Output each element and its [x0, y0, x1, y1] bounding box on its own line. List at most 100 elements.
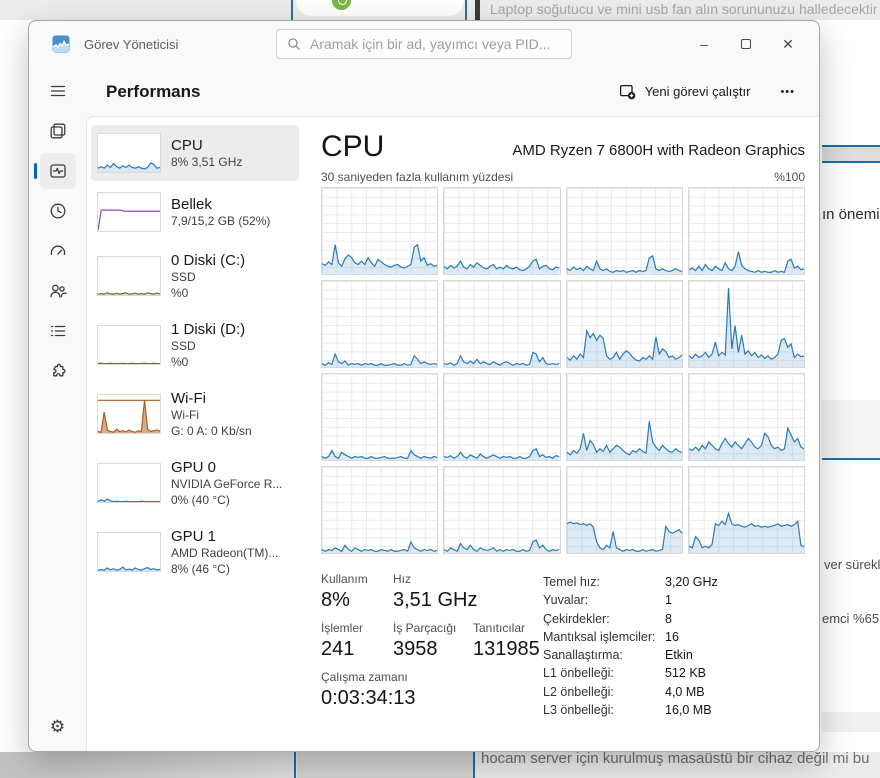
sidebar-item-services[interactable] — [40, 353, 76, 389]
perf-item-disk1[interactable]: 1 Diski (D:) SSD %0 — [91, 312, 299, 378]
perf-item-disk0[interactable]: 0 Diski (C:) SSD %0 — [91, 243, 299, 309]
core-chart — [565, 373, 683, 461]
core-chart — [443, 280, 561, 368]
detail-value: 16 — [665, 629, 679, 644]
search-icon — [288, 38, 300, 50]
core-chart — [687, 280, 805, 368]
detail-value: 3,20 GHz — [665, 575, 718, 589]
perf-item-memory[interactable]: Bellek 7,9/15,2 GB (52%) — [91, 184, 299, 240]
cpu-usage-value: 8% — [321, 589, 350, 611]
details-list-icon — [50, 325, 65, 337]
detail-label: Mantıksal işlemciler: — [543, 629, 656, 644]
perf-item-sub: Wi-Fi — [171, 408, 199, 422]
run-new-task-label: Yeni görevi çalıştır — [644, 84, 751, 99]
perf-item-title: 0 Diski (C:) — [171, 252, 246, 269]
background-dark-bar — [475, 0, 480, 20]
perf-item-sub: %0 — [171, 285, 189, 300]
perf-item-sub: G: 0 A: 0 Kb/sn — [171, 423, 252, 438]
core-chart — [321, 280, 439, 368]
maximize-button[interactable] — [725, 28, 767, 60]
stat-label: İş Parçacığı — [393, 621, 457, 635]
sidebar-item-app-history[interactable] — [40, 193, 76, 229]
perf-item-title: GPU 1 — [171, 528, 217, 545]
menu-button[interactable] — [40, 73, 76, 109]
cpu-model-name: AMD Ryzen 7 6800H with Radeon Graphics — [512, 142, 805, 159]
stat-label: Tanıtıcılar — [473, 621, 526, 635]
maximize-icon — [741, 39, 751, 49]
core-chart — [443, 466, 561, 554]
cpu-panel-title: CPU — [321, 130, 385, 163]
perf-item-title: 1 Diski (D:) — [171, 321, 246, 338]
minimize-button[interactable]: – — [683, 28, 725, 60]
content-panel: CPU 8% 3,51 GHz Bellek 7,9/15,2 GB (52%)… — [86, 116, 819, 751]
background-top-strip: Laptop soğutucu ve mini usb fan alın sor… — [0, 0, 880, 20]
sidebar: ⚙ — [29, 67, 86, 751]
background-text-fragment: ver sürekli — [824, 557, 880, 572]
speedometer-icon — [50, 245, 65, 256]
logical-processor-grid — [321, 187, 805, 554]
background-quote-blob — [296, 0, 464, 16]
perf-item-gpu1[interactable]: GPU 1 AMD Radeon(TM)... 8% (46 °C) — [91, 519, 299, 585]
graph-axis-label: 30 saniyeden fazla kullanım yüzdesi — [321, 170, 514, 184]
sidebar-item-startup-apps[interactable] — [40, 233, 76, 269]
perf-item-sub: SSD — [171, 339, 196, 353]
processes-icon — [50, 123, 65, 139]
task-manager-app-icon — [52, 35, 70, 53]
perf-item-title: CPU — [171, 136, 203, 154]
core-chart — [443, 187, 561, 275]
close-button[interactable]: ✕ — [767, 28, 809, 60]
hamburger-icon — [50, 85, 65, 97]
quote-border-line — [291, 0, 293, 20]
background-panel — [822, 712, 880, 732]
task-manager-window: Görev Yöneticisi – ✕ — [28, 20, 820, 752]
core-chart — [687, 466, 805, 554]
settings-button[interactable]: ⚙ — [40, 709, 76, 745]
perf-item-sub: AMD Radeon(TM)... — [171, 546, 279, 560]
perf-item-title: GPU 0 — [171, 459, 217, 476]
graph-max-label: %100 — [774, 170, 805, 184]
detail-label: L1 önbelleği: — [543, 666, 614, 681]
background-quote-text: Laptop soğutucu ve mini usb fan alın sor… — [490, 1, 878, 17]
uptime-value: 0:03:34:13 — [321, 687, 416, 709]
background-divider — [822, 161, 880, 163]
perf-item-wifi[interactable]: Wi-Fi Wi-Fi G: 0 A: 0 Kb/sn — [91, 381, 299, 447]
perf-item-title: Bellek — [171, 195, 212, 213]
core-chart — [321, 373, 439, 461]
core-chart — [687, 373, 805, 461]
cpu-stats: Kullanım 8% Hız 3,51 GHz İşlemler 241 İş… — [321, 572, 805, 719]
core-chart — [321, 466, 439, 554]
stat-label: Kullanım — [321, 572, 368, 586]
search-input[interactable] — [310, 36, 561, 52]
perf-item-gpu0[interactable]: GPU 0 NVIDIA GeForce R... 0% (40 °C) — [91, 450, 299, 516]
gear-icon: ⚙ — [49, 717, 66, 736]
cpu-hardware-details: Temel hız: 3,20 GHz Yuvalar: 1 Çekirdekler… — [543, 572, 718, 719]
detail-value: Etkin — [665, 648, 693, 663]
sidebar-item-processes[interactable] — [40, 113, 76, 149]
sidebar-item-users[interactable] — [40, 273, 76, 309]
users-icon — [49, 284, 67, 298]
perf-item-sub: 8% 3,51 GHz — [171, 154, 243, 169]
background-text-fragment: ın önemi — [822, 206, 880, 223]
more-options-button[interactable]: ••• — [770, 82, 805, 102]
processes-value: 241 — [321, 638, 355, 660]
history-clock-icon — [50, 203, 65, 219]
sidebar-item-details[interactable] — [40, 313, 76, 349]
disk0-thumbnail-chart — [97, 256, 161, 296]
memory-thumbnail-chart — [97, 192, 161, 232]
cpu-thumbnail-chart — [97, 133, 161, 173]
sidebar-item-performance[interactable] — [33, 153, 76, 189]
core-chart — [443, 373, 561, 461]
perf-item-cpu[interactable]: CPU 8% 3,51 GHz — [91, 125, 299, 181]
background-post-text: hocam server için kurulmuş masaüstü bir … — [481, 750, 870, 767]
perf-item-sub: NVIDIA GeForce R... — [171, 477, 283, 491]
stat-label: Hız — [393, 572, 411, 586]
detail-label: L3 önbelleği: — [543, 703, 614, 718]
core-chart — [565, 187, 683, 275]
detail-value: 4,0 MB — [665, 684, 705, 699]
core-chart — [565, 280, 683, 368]
search-box[interactable] — [276, 29, 572, 59]
detail-value: 8 — [665, 611, 672, 626]
core-chart — [687, 187, 805, 275]
background-bar — [822, 147, 880, 161]
run-new-task-button[interactable]: Yeni görevi çalıştır — [609, 77, 761, 106]
